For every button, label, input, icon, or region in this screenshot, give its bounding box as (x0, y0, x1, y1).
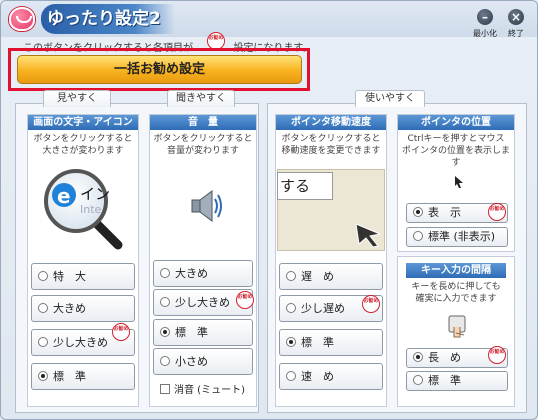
radio-icon (38, 337, 48, 347)
key-press-icon (448, 315, 466, 338)
radio-icon (160, 297, 170, 307)
speaker-icon (188, 187, 224, 225)
title-bar: ゆったり設定2 – 最小化 × 終了 (1, 1, 537, 38)
panel-title: ポインタ移動速度 (276, 115, 386, 130)
svg-text:e: e (57, 184, 71, 208)
panel-description: ボタンをクリックすると 音量が変わります (153, 134, 253, 156)
tab-see[interactable]: 見やすく (43, 90, 111, 107)
panel-title: 画面の文字・アイコン (28, 115, 138, 130)
option-volume-small[interactable]: 小さめ (153, 348, 253, 375)
mute-checkbox[interactable]: 消音 (ミュート) (160, 381, 245, 396)
checkbox-icon (160, 384, 170, 394)
option-text-xlarge[interactable]: 特 大 (31, 263, 135, 290)
radio-selected-icon (413, 207, 423, 217)
panel-title: 音 量 (150, 115, 256, 130)
bulk-recommend-button[interactable]: 一括お勧め設定 (17, 55, 302, 84)
close-button[interactable]: × (508, 9, 524, 25)
radio-icon (413, 375, 423, 385)
panel-text-icon: 画面の文字・アイコン ボタンをクリックすると 大きさが変わります e イン In… (27, 114, 139, 407)
radio-icon (286, 371, 296, 381)
radio-selected-icon (286, 337, 296, 347)
magnifier-icon: e イン Inte (40, 165, 126, 251)
radio-icon (38, 303, 48, 313)
recommend-stamp-icon: お勧め (236, 291, 254, 309)
radio-icon (286, 303, 296, 313)
minimize-label: 最小化 (473, 29, 497, 38)
panel-description: ボタンをクリックすると 大きさが変わります (33, 134, 133, 156)
close-label: 終了 (508, 29, 524, 38)
panel-title: キー入力の間隔 (406, 263, 506, 278)
panel-pointer-speed: ポインタ移動速度 ボタンをクリックすると 移動速度を変更できます する 遅 め … (275, 114, 387, 407)
minimize-button[interactable]: – (477, 9, 493, 25)
window-title: ゆったり設定2 (41, 4, 175, 34)
radio-selected-icon (413, 352, 423, 362)
panel-pointer-position: ポインタの位置 Ctrlキーを押すとマウス ポインタの位置を表示します 表 示 … (397, 114, 515, 252)
option-speed-standard[interactable]: 標 準 (279, 329, 383, 356)
option-key-standard[interactable]: 標 準 (406, 371, 508, 391)
option-speed-fast[interactable]: 速 め (279, 363, 383, 390)
recommend-stamp-icon: お勧め (362, 295, 380, 313)
option-text-large[interactable]: 大きめ (31, 295, 135, 322)
radio-icon (160, 356, 170, 366)
radio-selected-icon (160, 327, 170, 337)
panel-volume: 音 量 ボタンをクリックすると 音量が変わります 大きめ 少し大きめ お勧め 標… (149, 114, 257, 407)
option-volume-large[interactable]: 大きめ (153, 260, 253, 287)
panel-title: ポインタの位置 (398, 115, 514, 130)
radio-icon (286, 271, 296, 281)
pointer-arrow-icon (355, 223, 382, 248)
panel-description: キーを長めに押しても 確実に入力できます (411, 282, 501, 304)
option-text-standard[interactable]: 標 準 (31, 363, 135, 390)
option-volume-standard[interactable]: 標 準 (153, 319, 253, 346)
recommend-stamp-icon: お勧め (488, 346, 506, 364)
option-position-hide[interactable]: 標準 (非表示) (406, 227, 508, 247)
app-logo-icon (9, 7, 35, 31)
recommend-stamp-icon: お勧め (112, 323, 130, 341)
pointer-arrow-icon (455, 176, 463, 188)
tab-hear[interactable]: 聞きやすく (167, 90, 235, 107)
radio-icon (413, 231, 423, 241)
radio-icon (160, 268, 170, 278)
pointer-speed-preview: する (277, 169, 385, 251)
radio-icon (38, 271, 48, 281)
panel-key-interval: キー入力の間隔 キーを長めに押しても 確実に入力できます 長 め お勧め 標 準 (397, 256, 515, 407)
panel-description: ボタンをクリックすると 移動速度を変更できます (281, 134, 381, 156)
panel-description: Ctrlキーを押すとマウス ポインタの位置を表示します (401, 134, 510, 168)
option-speed-slow[interactable]: 遅 め (279, 263, 383, 290)
tab-use[interactable]: 使いやすく (355, 90, 425, 107)
app-window: ゆったり設定2 – 最小化 × 終了 このボタンをクリックすると各項目が 設定に… (0, 0, 538, 420)
radio-selected-icon (38, 371, 48, 381)
recommend-stamp-icon: お勧め (488, 203, 506, 221)
